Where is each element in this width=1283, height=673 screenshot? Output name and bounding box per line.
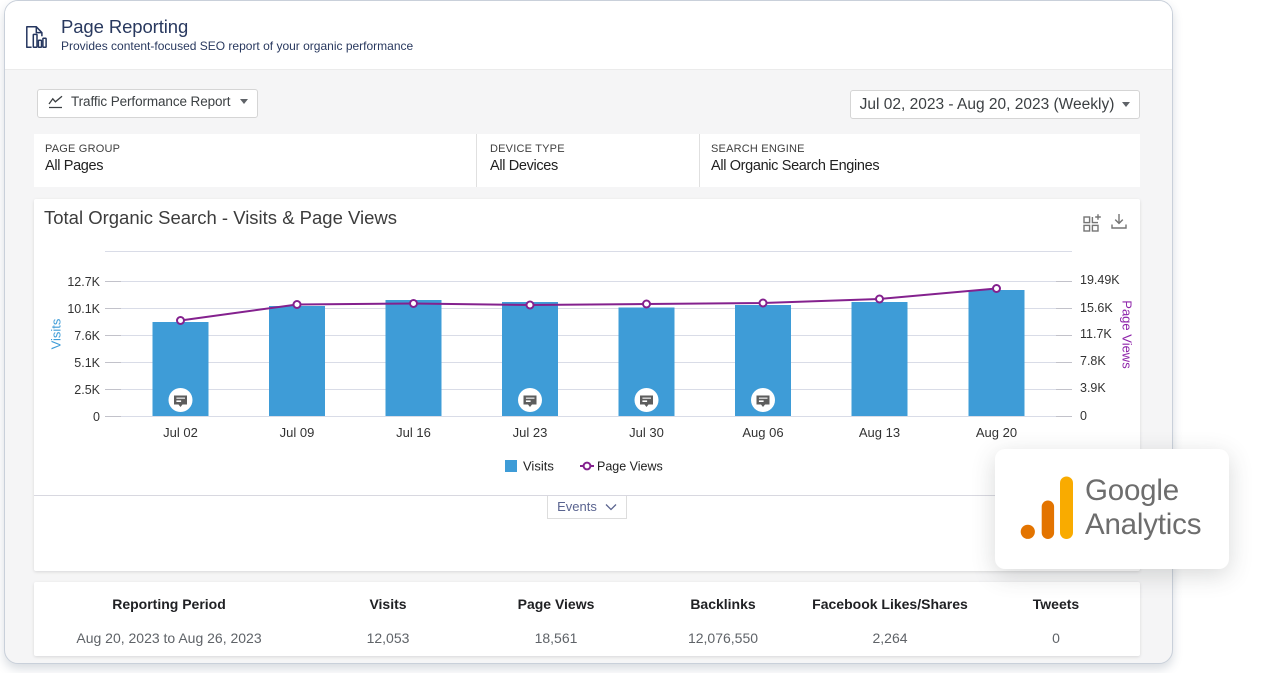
svg-text:Page Views: Page Views (1120, 300, 1135, 369)
svg-text:2.5K: 2.5K (74, 383, 100, 397)
svg-text:0: 0 (1080, 409, 1087, 423)
svg-text:11.7K: 11.7K (1080, 327, 1112, 341)
svg-text:Jul 16: Jul 16 (396, 425, 431, 440)
svg-text:0: 0 (93, 410, 100, 424)
svg-text:15.6K: 15.6K (1080, 301, 1113, 315)
svg-text:Aug 20: Aug 20 (976, 425, 1017, 440)
svg-text:Jul 23: Jul 23 (513, 425, 548, 440)
svg-text:Jul 30: Jul 30 (629, 425, 664, 440)
svg-text:12.7K: 12.7K (67, 275, 100, 289)
svg-text:Jul 09: Jul 09 (280, 425, 315, 440)
svg-text:Jul 02: Jul 02 (163, 425, 198, 440)
svg-text:7.6K: 7.6K (74, 329, 100, 343)
svg-text:Aug 06: Aug 06 (742, 425, 783, 440)
svg-text:Visits: Visits (523, 459, 554, 474)
svg-text:Visits: Visits (48, 318, 63, 349)
svg-text:5.1K: 5.1K (74, 356, 100, 370)
svg-text:Page Views: Page Views (597, 460, 663, 474)
svg-text:10.1K: 10.1K (67, 302, 100, 316)
svg-text:3.9K: 3.9K (1080, 381, 1106, 395)
svg-text:7.8K: 7.8K (1080, 354, 1106, 368)
svg-text:19.49K: 19.49K (1080, 273, 1120, 287)
svg-text:Aug 13: Aug 13 (859, 425, 900, 440)
